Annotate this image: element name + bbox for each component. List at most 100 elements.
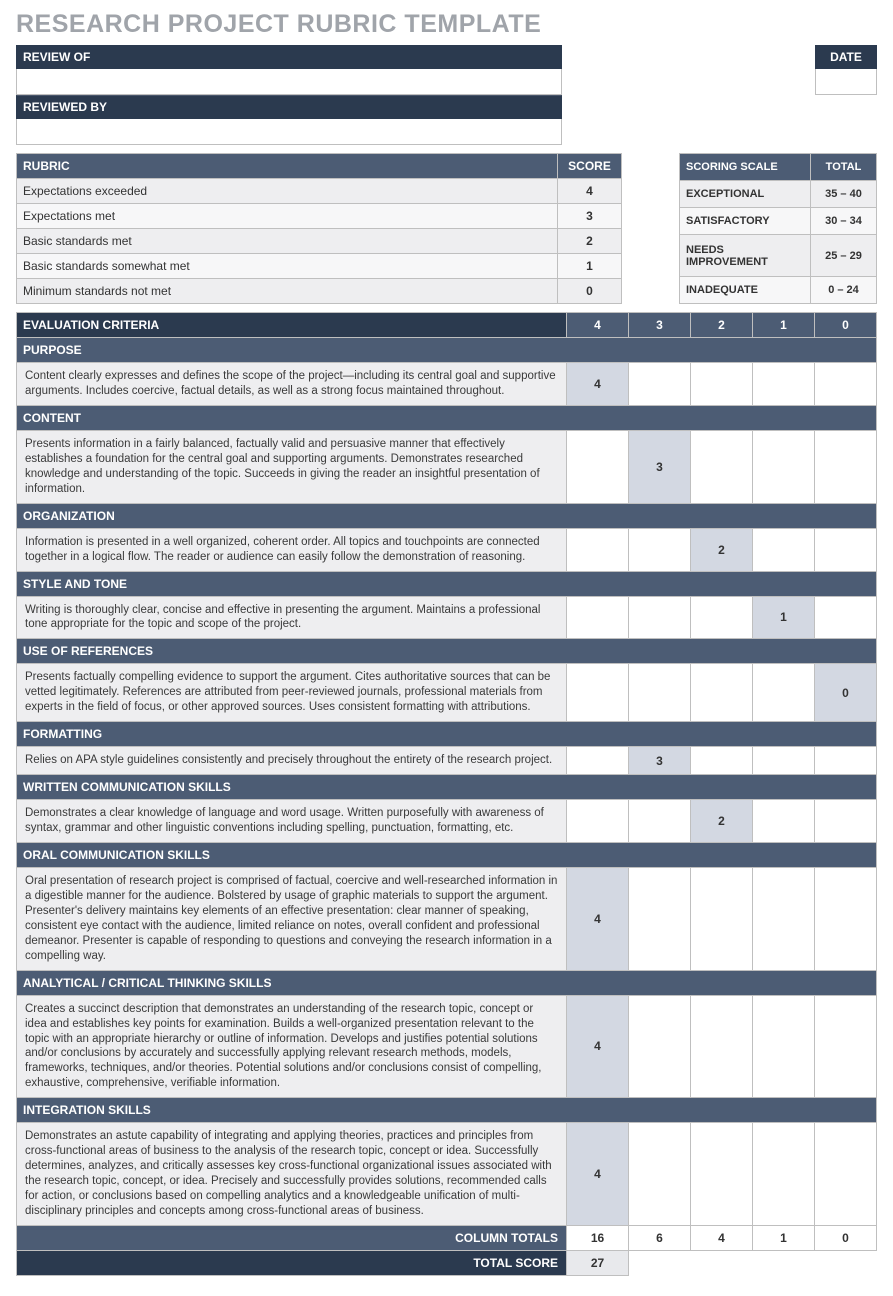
col-total-4: 16 (567, 1225, 629, 1250)
section-desc: Information is presented in a well organ… (17, 528, 567, 571)
score-cell[interactable] (567, 430, 629, 503)
score-cell[interactable] (691, 868, 753, 971)
score-cell[interactable] (815, 596, 877, 639)
col-total-1: 1 (753, 1225, 815, 1250)
total-score-value: 27 (567, 1250, 629, 1275)
score-cell[interactable]: 2 (691, 528, 753, 571)
section-desc: Demonstrates a clear knowledge of langua… (17, 800, 567, 843)
score-cell[interactable] (753, 868, 815, 971)
score-cell[interactable]: 4 (567, 363, 629, 406)
scale-header: SCORING SCALE (680, 154, 811, 181)
date-value[interactable] (815, 69, 877, 95)
section-header: PURPOSE (17, 338, 877, 363)
score-cell[interactable] (691, 596, 753, 639)
col-total-3: 6 (629, 1225, 691, 1250)
score-cell[interactable] (753, 995, 815, 1098)
column-totals-row: COLUMN TOTALS 16 6 4 1 0 (17, 1225, 877, 1250)
score-cell[interactable] (629, 528, 691, 571)
reviewed-by-value[interactable] (16, 119, 562, 145)
section-header: CONTENT (17, 405, 877, 430)
total-score-label: TOTAL SCORE (17, 1250, 567, 1275)
score-cell[interactable] (567, 596, 629, 639)
score-cell[interactable] (629, 664, 691, 722)
section-header: ORAL COMMUNICATION SKILLS (17, 843, 877, 868)
col-1: 1 (753, 313, 815, 338)
score-cell[interactable]: 0 (815, 664, 877, 722)
score-cell[interactable] (815, 747, 877, 775)
score-cell[interactable]: 4 (567, 995, 629, 1098)
scale-row-label: INADEQUATE (680, 276, 811, 303)
review-of-value[interactable] (16, 69, 562, 95)
column-totals-label: COLUMN TOTALS (17, 1225, 567, 1250)
score-cell[interactable] (815, 430, 877, 503)
score-cell[interactable] (691, 747, 753, 775)
section-header: WRITTEN COMMUNICATION SKILLS (17, 775, 877, 800)
rubric-row-label: Minimum standards not met (17, 279, 558, 304)
rubric-row-score: 1 (558, 254, 622, 279)
score-cell[interactable]: 2 (691, 800, 753, 843)
score-cell[interactable] (629, 868, 691, 971)
criteria-header: EVALUATION CRITERIA (17, 313, 567, 338)
score-cell[interactable] (691, 363, 753, 406)
header-block: REVIEW OF REVIEWED BY DATE (16, 45, 877, 145)
score-cell[interactable] (629, 596, 691, 639)
score-cell[interactable] (753, 528, 815, 571)
score-cell[interactable] (753, 664, 815, 722)
score-cell[interactable] (815, 995, 877, 1098)
score-cell[interactable]: 4 (567, 868, 629, 971)
section-desc: Presents factually compelling evidence t… (17, 664, 567, 722)
section-desc: Content clearly expresses and defines th… (17, 363, 567, 406)
rubric-row-score: 3 (558, 204, 622, 229)
score-cell[interactable] (815, 868, 877, 971)
rubric-row-label: Expectations met (17, 204, 558, 229)
score-cell[interactable]: 3 (629, 430, 691, 503)
score-cell[interactable] (815, 528, 877, 571)
section-desc: Oral presentation of research project is… (17, 868, 567, 971)
total-score-row: TOTAL SCORE 27 (17, 1250, 877, 1275)
score-cell[interactable] (567, 664, 629, 722)
score-cell[interactable] (753, 363, 815, 406)
section-desc: Presents information in a fairly balance… (17, 430, 567, 503)
section-header: INTEGRATION SKILLS (17, 1098, 877, 1123)
reviewed-by-label: REVIEWED BY (16, 95, 562, 119)
rubric-row-label: Expectations exceeded (17, 179, 558, 204)
score-cell[interactable] (691, 995, 753, 1098)
page-title: RESEARCH PROJECT RUBRIC TEMPLATE (16, 10, 877, 39)
scoring-scale-table: SCORING SCALE TOTAL EXCEPTIONAL 35 – 40S… (679, 153, 877, 304)
rubric-header: RUBRIC (17, 154, 558, 179)
criteria-table: EVALUATION CRITERIA 4 3 2 1 0 PURPOSECon… (16, 312, 877, 1276)
score-cell[interactable] (753, 747, 815, 775)
score-cell[interactable] (753, 800, 815, 843)
rubric-row-label: Basic standards somewhat met (17, 254, 558, 279)
section-desc: Creates a succinct description that demo… (17, 995, 567, 1098)
rubric-row-score: 2 (558, 229, 622, 254)
score-cell[interactable] (691, 430, 753, 503)
score-cell[interactable]: 1 (753, 596, 815, 639)
scale-row-range: 25 – 29 (811, 235, 877, 276)
score-cell[interactable] (753, 430, 815, 503)
col-0: 0 (815, 313, 877, 338)
col-4: 4 (567, 313, 629, 338)
section-header: USE OF REFERENCES (17, 639, 877, 664)
score-cell[interactable] (629, 363, 691, 406)
score-cell[interactable] (567, 528, 629, 571)
score-cell[interactable] (815, 363, 877, 406)
col-3: 3 (629, 313, 691, 338)
date-label: DATE (815, 45, 877, 69)
score-cell[interactable] (629, 995, 691, 1098)
scale-row-range: 35 – 40 (811, 181, 877, 208)
section-header: ORGANIZATION (17, 503, 877, 528)
score-cell[interactable] (567, 800, 629, 843)
section-header: STYLE AND TONE (17, 571, 877, 596)
score-cell[interactable]: 3 (629, 747, 691, 775)
review-of-label: REVIEW OF (16, 45, 562, 69)
col-total-2: 4 (691, 1225, 753, 1250)
rubric-row-score: 4 (558, 179, 622, 204)
score-cell[interactable] (691, 664, 753, 722)
scale-total-header: TOTAL (811, 154, 877, 181)
col-2: 2 (691, 313, 753, 338)
rubric-table: RUBRIC SCORE Expectations exceeded 4Expe… (16, 153, 622, 304)
score-cell[interactable] (629, 800, 691, 843)
score-cell[interactable] (567, 747, 629, 775)
score-cell[interactable] (815, 800, 877, 843)
